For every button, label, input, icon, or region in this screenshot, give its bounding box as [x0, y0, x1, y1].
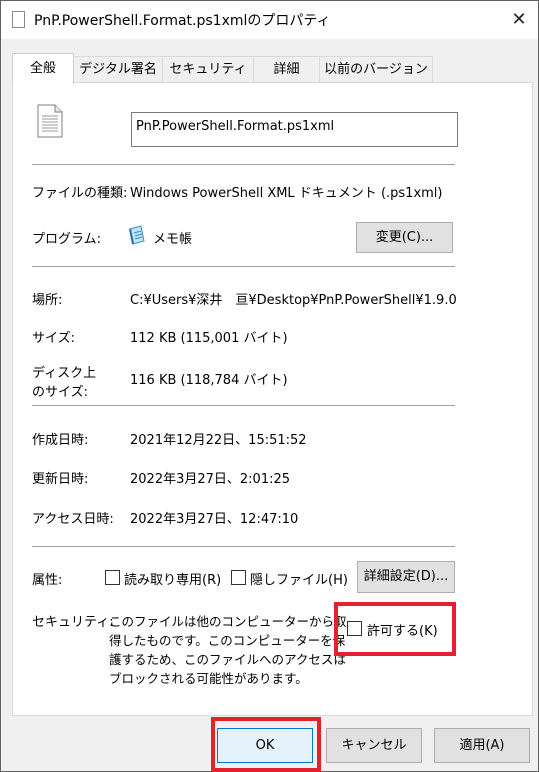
ok-highlight-box: [211, 717, 321, 772]
file-icon: [12, 11, 25, 28]
divider: [32, 405, 455, 406]
location-label: 場所:: [32, 293, 63, 308]
size-on-disk-value: 116 KB (118,784 バイト): [130, 373, 288, 388]
security-message-line4: ブロックされる可能性があります。: [109, 671, 308, 686]
readonly-label[interactable]: 読み取り専用(R): [124, 569, 221, 588]
readonly-checkbox[interactable]: [105, 570, 120, 585]
size-on-disk-label-line2: のサイズ:: [32, 385, 88, 400]
notepad-icon: [129, 225, 145, 245]
cancel-button[interactable]: キャンセル: [326, 728, 422, 763]
file-type-label: ファイルの種類:: [32, 186, 128, 201]
attributes-label: 属性:: [32, 573, 63, 588]
advanced-button[interactable]: 詳細設定(D)...: [357, 561, 455, 593]
accessed-label: アクセス日時:: [32, 512, 114, 527]
size-label: サイズ:: [32, 331, 75, 346]
tab-previous-versions[interactable]: 以前のバージョン: [319, 56, 433, 83]
modified-label: 更新日時:: [32, 472, 89, 487]
program-label: プログラム:: [32, 232, 101, 247]
modified-value: 2022年3月27日、2:01:25: [130, 472, 291, 487]
divider: [32, 266, 455, 267]
created-label: 作成日時:: [32, 433, 89, 448]
close-icon[interactable]: ✕: [504, 5, 534, 35]
hidden-label[interactable]: 隠しファイル(H): [250, 569, 348, 588]
unblock-highlight-box: [334, 602, 456, 656]
size-value: 112 KB (115,001 バイト): [130, 331, 288, 346]
security-message-line3: 護するため、このファイルへのアクセスは: [109, 652, 346, 667]
title-bar: PnP.PowerShell.Format.ps1xmlのプロパティ ✕: [1, 1, 538, 39]
created-value: 2021年12月22日、15:51:52: [130, 433, 307, 448]
security-message-line2: 得したものです。このコンピューターを保: [109, 633, 346, 648]
apply-button[interactable]: 適用(A): [434, 728, 530, 763]
size-on-disk-label-line1: ディスク上: [32, 366, 97, 381]
divider: [32, 164, 455, 165]
hidden-checkbox[interactable]: [231, 570, 246, 585]
document-icon: [37, 104, 63, 138]
security-label: セキュリティ:: [32, 615, 114, 630]
security-message-line1: このファイルは他のコンピューターから取: [109, 614, 347, 629]
file-type-value: Windows PowerShell XML ドキュメント (.ps1xml): [130, 186, 443, 201]
change-program-button[interactable]: 変更(C)...: [356, 222, 453, 253]
file-name-input[interactable]: PnP.PowerShell.Format.ps1xml: [131, 112, 458, 147]
location-value: C:¥Users¥深井 亘¥Desktop¥PnP.PowerShell¥1.9…: [130, 293, 456, 308]
tab-details[interactable]: 詳細: [253, 56, 320, 83]
window-title: PnP.PowerShell.Format.ps1xmlのプロパティ: [34, 13, 331, 29]
tab-digital-signatures[interactable]: デジタル署名: [73, 56, 163, 83]
divider: [32, 546, 455, 547]
tab-security[interactable]: セキュリティ: [162, 56, 254, 83]
program-value: メモ帳: [153, 232, 193, 247]
tab-general[interactable]: 全般: [12, 53, 74, 84]
properties-dialog: PnP.PowerShell.Format.ps1xmlのプロパティ ✕ 全般 …: [0, 0, 539, 772]
tab-strip: 全般 デジタル署名 セキュリティ 詳細 以前のバージョン: [12, 53, 532, 84]
accessed-value: 2022年3月27日、12:47:10: [130, 512, 299, 527]
